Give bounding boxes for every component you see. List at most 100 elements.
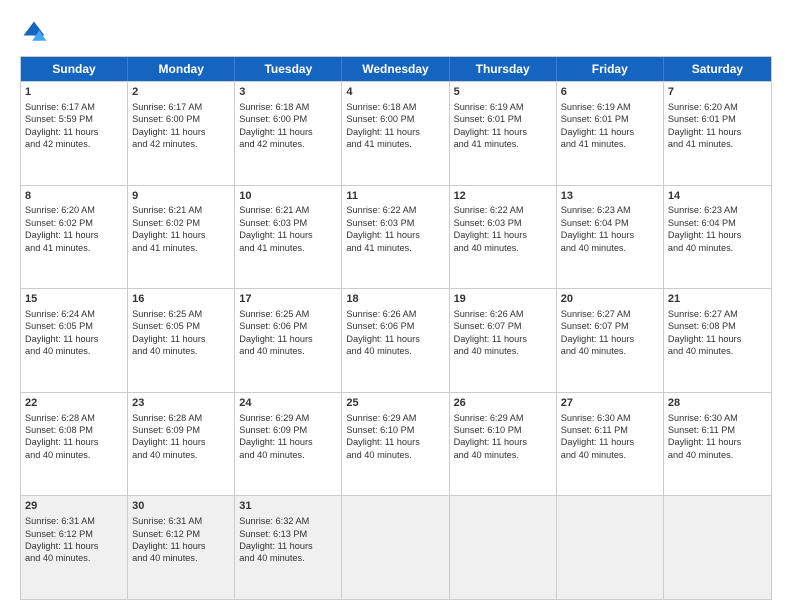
day-info-line: Sunset: 6:08 PM [25,424,123,436]
day-cell-15: 15Sunrise: 6:24 AMSunset: 6:05 PMDayligh… [21,289,128,392]
day-number: 22 [25,396,123,411]
day-number: 6 [561,85,659,100]
day-number: 15 [25,292,123,307]
day-info-line: Daylight: 11 hours [132,540,230,552]
day-info-line: Sunset: 6:13 PM [239,528,337,540]
day-info-line: and 41 minutes. [25,242,123,254]
week-row-2: 8Sunrise: 6:20 AMSunset: 6:02 PMDaylight… [21,185,771,289]
day-info-line: Daylight: 11 hours [25,126,123,138]
day-cell-8: 8Sunrise: 6:20 AMSunset: 6:02 PMDaylight… [21,186,128,289]
day-info-line: Daylight: 11 hours [132,333,230,345]
day-info-line: Sunset: 6:03 PM [346,217,444,229]
day-info-line: Daylight: 11 hours [668,436,767,448]
day-info-line: Daylight: 11 hours [239,436,337,448]
day-info-line: Daylight: 11 hours [668,333,767,345]
day-info-line: and 40 minutes. [561,242,659,254]
day-number: 14 [668,189,767,204]
day-info-line: Daylight: 11 hours [25,436,123,448]
day-info-line: and 40 minutes. [25,345,123,357]
day-info-line: Daylight: 11 hours [239,229,337,241]
day-info-line: and 41 minutes. [132,242,230,254]
day-info-line: Sunrise: 6:20 AM [25,204,123,216]
day-info-line: Sunrise: 6:22 AM [454,204,552,216]
day-number: 7 [668,85,767,100]
day-cell-29: 29Sunrise: 6:31 AMSunset: 6:12 PMDayligh… [21,496,128,599]
day-header-tuesday: Tuesday [235,57,342,81]
day-cell-17: 17Sunrise: 6:25 AMSunset: 6:06 PMDayligh… [235,289,342,392]
day-info-line: and 40 minutes. [561,345,659,357]
empty-cell [450,496,557,599]
day-cell-23: 23Sunrise: 6:28 AMSunset: 6:09 PMDayligh… [128,393,235,496]
day-cell-11: 11Sunrise: 6:22 AMSunset: 6:03 PMDayligh… [342,186,449,289]
day-info-line: and 41 minutes. [346,138,444,150]
day-cell-4: 4Sunrise: 6:18 AMSunset: 6:00 PMDaylight… [342,82,449,185]
day-info-line: Daylight: 11 hours [239,126,337,138]
day-info-line: Sunset: 6:11 PM [561,424,659,436]
day-info-line: Daylight: 11 hours [561,436,659,448]
day-info-line: and 41 minutes. [239,242,337,254]
day-info-line: Sunset: 5:59 PM [25,113,123,125]
calendar-header: SundayMondayTuesdayWednesdayThursdayFrid… [21,57,771,81]
day-info-line: and 40 minutes. [132,345,230,357]
day-info-line: Daylight: 11 hours [25,229,123,241]
day-info-line: and 42 minutes. [239,138,337,150]
day-number: 30 [132,499,230,514]
day-info-line: Daylight: 11 hours [239,333,337,345]
day-number: 20 [561,292,659,307]
day-number: 12 [454,189,552,204]
day-info-line: Sunset: 6:05 PM [25,320,123,332]
calendar-body: 1Sunrise: 6:17 AMSunset: 5:59 PMDaylight… [21,81,771,599]
day-info-line: Sunset: 6:12 PM [25,528,123,540]
calendar: SundayMondayTuesdayWednesdayThursdayFrid… [20,56,772,600]
week-row-3: 15Sunrise: 6:24 AMSunset: 6:05 PMDayligh… [21,288,771,392]
day-cell-2: 2Sunrise: 6:17 AMSunset: 6:00 PMDaylight… [128,82,235,185]
day-info-line: Sunrise: 6:23 AM [561,204,659,216]
day-info-line: Sunset: 6:06 PM [239,320,337,332]
day-info-line: Daylight: 11 hours [25,333,123,345]
day-info-line: Sunset: 6:05 PM [132,320,230,332]
day-info-line: Sunset: 6:07 PM [561,320,659,332]
day-header-saturday: Saturday [664,57,771,81]
day-number: 21 [668,292,767,307]
day-info-line: Daylight: 11 hours [561,126,659,138]
day-info-line: Sunrise: 6:21 AM [239,204,337,216]
day-info-line: Daylight: 11 hours [454,229,552,241]
day-info-line: Sunset: 6:09 PM [132,424,230,436]
day-info-line: Sunset: 6:00 PM [346,113,444,125]
day-info-line: Sunrise: 6:27 AM [668,308,767,320]
day-info-line: Sunrise: 6:18 AM [346,101,444,113]
day-cell-20: 20Sunrise: 6:27 AMSunset: 6:07 PMDayligh… [557,289,664,392]
day-number: 28 [668,396,767,411]
day-number: 25 [346,396,444,411]
day-info-line: and 40 minutes. [668,345,767,357]
day-info-line: Daylight: 11 hours [454,436,552,448]
day-info-line: Sunrise: 6:28 AM [132,412,230,424]
day-info-line: Daylight: 11 hours [561,333,659,345]
day-info-line: Sunset: 6:03 PM [239,217,337,229]
day-info-line: Sunrise: 6:18 AM [239,101,337,113]
day-info-line: Daylight: 11 hours [346,333,444,345]
day-header-wednesday: Wednesday [342,57,449,81]
day-number: 29 [25,499,123,514]
empty-cell [664,496,771,599]
day-cell-7: 7Sunrise: 6:20 AMSunset: 6:01 PMDaylight… [664,82,771,185]
day-cell-31: 31Sunrise: 6:32 AMSunset: 6:13 PMDayligh… [235,496,342,599]
day-number: 5 [454,85,552,100]
day-info-line: Sunrise: 6:26 AM [346,308,444,320]
day-cell-28: 28Sunrise: 6:30 AMSunset: 6:11 PMDayligh… [664,393,771,496]
day-cell-18: 18Sunrise: 6:26 AMSunset: 6:06 PMDayligh… [342,289,449,392]
day-info-line: Sunset: 6:04 PM [668,217,767,229]
empty-cell [342,496,449,599]
day-info-line: and 41 minutes. [454,138,552,150]
day-info-line: Sunrise: 6:20 AM [668,101,767,113]
day-info-line: Daylight: 11 hours [346,126,444,138]
day-info-line: Sunset: 6:12 PM [132,528,230,540]
day-info-line: Daylight: 11 hours [561,229,659,241]
day-info-line: Sunrise: 6:28 AM [25,412,123,424]
day-info-line: Daylight: 11 hours [25,540,123,552]
day-info-line: Sunrise: 6:24 AM [25,308,123,320]
day-info-line: and 40 minutes. [454,345,552,357]
day-info-line: Sunset: 6:02 PM [25,217,123,229]
day-info-line: Sunrise: 6:32 AM [239,515,337,527]
day-info-line: Daylight: 11 hours [346,229,444,241]
